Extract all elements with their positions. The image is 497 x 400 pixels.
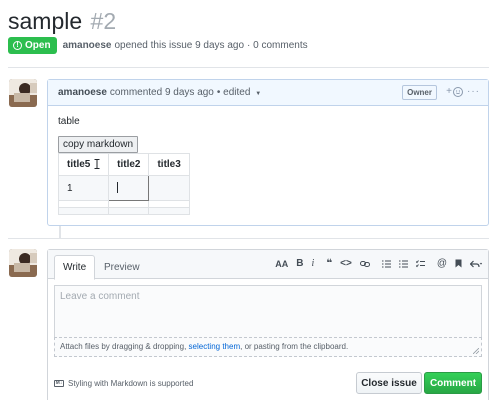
plus-label: + — [446, 86, 452, 97]
comment-text: table — [58, 116, 80, 127]
attach-suffix: , or pasting from the clipboard. — [240, 342, 349, 351]
smiley-icon — [453, 86, 463, 97]
state-badge: ! Open — [8, 37, 57, 54]
table-header-cell[interactable]: title3 — [148, 153, 190, 176]
chevron-down-icon: ▼ — [255, 91, 262, 97]
comment-editor: Write Preview AA B i ❝ <> @ Leave a comm… — [47, 249, 489, 400]
add-reaction-button[interactable]: + — [446, 86, 463, 97]
issue-number: #2 — [90, 8, 117, 34]
more-options-button[interactable]: ··· — [467, 86, 480, 97]
table-row — [57, 200, 190, 208]
table-header-cell[interactable]: title2 — [108, 153, 150, 176]
attach-files-bar[interactable]: Attach files by dragging & dropping, sel… — [54, 337, 482, 357]
table-row — [57, 207, 190, 215]
table-cell[interactable] — [57, 200, 110, 208]
markdown-toolbar: AA B i ❝ <> @ — [267, 258, 482, 269]
issue-author-link[interactable]: amanoese — [63, 40, 112, 51]
header-icon[interactable]: AA — [275, 259, 288, 269]
table-header-cell[interactable]: title5 — [57, 153, 110, 176]
avatar[interactable] — [9, 79, 37, 107]
table-cell[interactable] — [148, 207, 190, 215]
issue-title-text: sample — [8, 8, 83, 34]
task-list-icon[interactable] — [415, 259, 425, 268]
select-files-link[interactable]: selecting them — [189, 342, 241, 351]
edited-label: • edited — [216, 87, 251, 98]
tab-preview[interactable]: Preview — [96, 255, 148, 280]
issue-meta: ! Open amanoese opened this issue 9 days… — [8, 37, 308, 54]
code-icon[interactable]: <> — [340, 258, 352, 269]
issue-title: sample #2 — [8, 7, 116, 35]
link-icon[interactable] — [359, 260, 370, 268]
numbered-list-icon[interactable] — [398, 260, 408, 268]
table-header-row: title5 title2 title3 — [57, 153, 190, 176]
owner-badge: Owner — [402, 85, 437, 100]
table-row: 1 — [57, 175, 190, 201]
comment-header: amanoese commented 9 days ago • edited ▼… — [48, 80, 488, 106]
attach-prefix: Attach files by dragging & dropping, — [60, 342, 189, 351]
comments-count: · 0 comments — [247, 40, 308, 51]
table-cell[interactable] — [108, 200, 150, 208]
resize-grip-icon[interactable] — [473, 348, 479, 354]
copy-markdown-button[interactable]: copy markdown — [58, 136, 139, 153]
comment-placeholder: Leave a comment — [60, 291, 140, 302]
markdown-table: title5 title2 title3 1 — [57, 153, 190, 215]
state-label: Open — [25, 40, 51, 51]
table-cell[interactable] — [148, 175, 190, 201]
table-cell[interactable] — [148, 200, 190, 208]
comment-box: amanoese commented 9 days ago • edited ▼… — [47, 79, 489, 226]
bold-icon[interactable]: B — [296, 258, 303, 269]
edited-dropdown[interactable]: • edited ▼ — [217, 87, 261, 98]
markdown-icon: M↓ — [54, 380, 64, 387]
header-label: title5 — [67, 159, 91, 170]
reply-icon[interactable] — [470, 260, 482, 268]
avatar[interactable] — [9, 249, 37, 277]
mention-icon[interactable]: @ — [437, 258, 447, 269]
comment-button[interactable]: Comment — [424, 372, 482, 394]
table-cell[interactable] — [57, 207, 110, 215]
bullet-list-icon[interactable] — [381, 260, 391, 268]
comment-action: commented 9 days ago — [109, 87, 214, 98]
comment-body: table copy markdown title5 title2 title3… — [48, 106, 488, 225]
text-cursor-icon — [94, 159, 100, 170]
editor-tabs: Write Preview AA B i ❝ <> @ — [48, 250, 488, 280]
timeline-line — [59, 226, 61, 238]
table-cell-active[interactable] — [108, 175, 150, 201]
table-cell[interactable]: 1 — [57, 175, 110, 201]
bookmark-icon[interactable] — [455, 259, 462, 268]
markdown-hint-text: Styling with Markdown is supported — [68, 379, 194, 388]
opened-text: opened this issue 9 days ago — [114, 40, 245, 51]
info-icon: ! — [13, 41, 22, 50]
header-divider — [8, 67, 489, 68]
quote-icon[interactable]: ❝ — [326, 258, 332, 269]
comment-textarea[interactable]: Leave a comment — [54, 285, 482, 337]
italic-icon[interactable]: i — [312, 258, 315, 269]
timeline-divider — [8, 238, 489, 239]
markdown-hint[interactable]: M↓ Styling with Markdown is supported — [54, 379, 193, 388]
comment-author-link[interactable]: amanoese — [58, 87, 107, 98]
close-issue-button[interactable]: Close issue — [356, 372, 422, 394]
table-cell[interactable] — [108, 207, 150, 215]
tab-write[interactable]: Write — [54, 255, 96, 280]
text-caret — [117, 182, 119, 194]
